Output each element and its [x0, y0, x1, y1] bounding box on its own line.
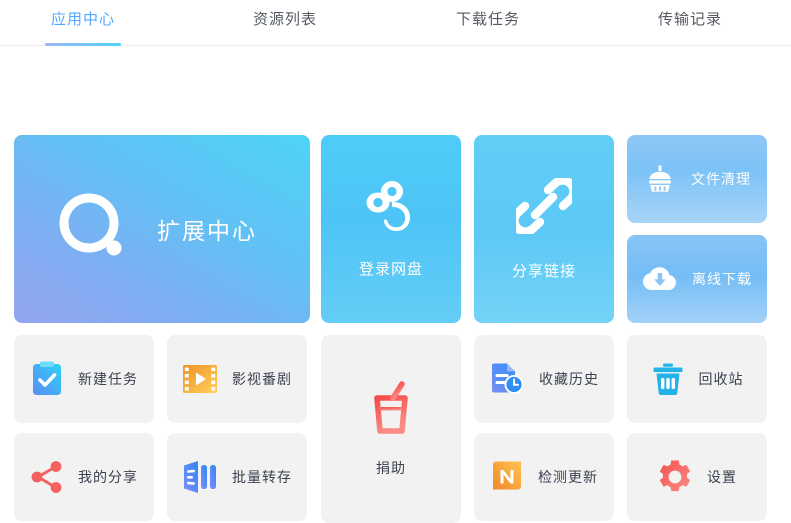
- gear-icon: [657, 459, 693, 495]
- baidu-cloud-icon: [362, 180, 420, 232]
- tile-my-shares[interactable]: 我的分享: [14, 433, 154, 521]
- tile-label: 批量转存: [232, 469, 292, 485]
- tile-label: 收藏历史: [539, 371, 599, 387]
- card-share-link[interactable]: 分享链接: [474, 135, 614, 323]
- tile-movies-anime[interactable]: 影视番剧: [167, 335, 307, 423]
- tile-label: 回收站: [698, 371, 744, 387]
- main-tab-bar: 应用中心 资源列表 下载任务 传输记录: [0, 0, 791, 46]
- clipboard-check-icon: [30, 361, 64, 397]
- film-play-icon: [182, 363, 218, 395]
- tab-download-tasks[interactable]: 下载任务: [456, 8, 520, 39]
- card-file-cleanup[interactable]: 文件清理: [627, 135, 767, 223]
- cloud-download-icon: [642, 264, 678, 294]
- link-chain-icon: [516, 177, 572, 234]
- tab-label: 应用中心: [51, 11, 116, 28]
- tile-settings[interactable]: 设置: [627, 433, 767, 521]
- tile-label: 检测更新: [538, 469, 598, 485]
- card-offline-download[interactable]: 离线下载: [627, 235, 767, 323]
- tab-app-center[interactable]: 应用中心: [45, 8, 122, 46]
- card-label: 扩展中心: [157, 218, 257, 244]
- tab-label: 资源列表: [253, 11, 318, 28]
- circle-dot-logo-icon: [55, 189, 135, 269]
- letter-n-badge-icon: [490, 460, 524, 494]
- batch-save-icon: [182, 460, 218, 494]
- tab-label: 传输记录: [658, 11, 723, 28]
- app-center-grid: 扩展中心 登录网盘 分享链接 文件清理 离线下载 新建任务 影视番剧 捐助 收藏…: [0, 46, 791, 523]
- tile-label: 我的分享: [78, 469, 138, 485]
- tile-label: 设置: [707, 469, 737, 485]
- tile-batch-save[interactable]: 批量转存: [167, 433, 307, 521]
- tile-favorites-history[interactable]: 收藏历史: [474, 335, 614, 423]
- card-label: 文件清理: [691, 171, 751, 187]
- tile-donate[interactable]: 捐助: [321, 335, 461, 523]
- document-clock-icon: [489, 362, 525, 396]
- card-label: 登录网盘: [358, 260, 423, 278]
- tile-new-task[interactable]: 新建任务: [14, 335, 154, 423]
- tile-check-update[interactable]: 检测更新: [474, 433, 614, 521]
- card-extension-center[interactable]: 扩展中心: [14, 135, 310, 323]
- tile-label: 捐助: [376, 460, 406, 476]
- broom-icon: [643, 162, 677, 196]
- tile-label: 影视番剧: [232, 371, 292, 387]
- card-login-netdisk[interactable]: 登录网盘: [321, 135, 461, 323]
- tab-resource-list[interactable]: 资源列表: [253, 8, 317, 39]
- card-label: 分享链接: [511, 262, 576, 280]
- card-label: 离线下载: [692, 271, 752, 287]
- tab-label: 下载任务: [456, 11, 521, 28]
- trash-bin-icon: [651, 362, 685, 396]
- tile-recycle-bin[interactable]: 回收站: [627, 335, 767, 423]
- share-nodes-icon: [30, 460, 64, 494]
- tab-transfer-records[interactable]: 传输记录: [658, 8, 722, 39]
- tile-label: 新建任务: [78, 371, 138, 387]
- coffee-cup-icon: [368, 380, 414, 436]
